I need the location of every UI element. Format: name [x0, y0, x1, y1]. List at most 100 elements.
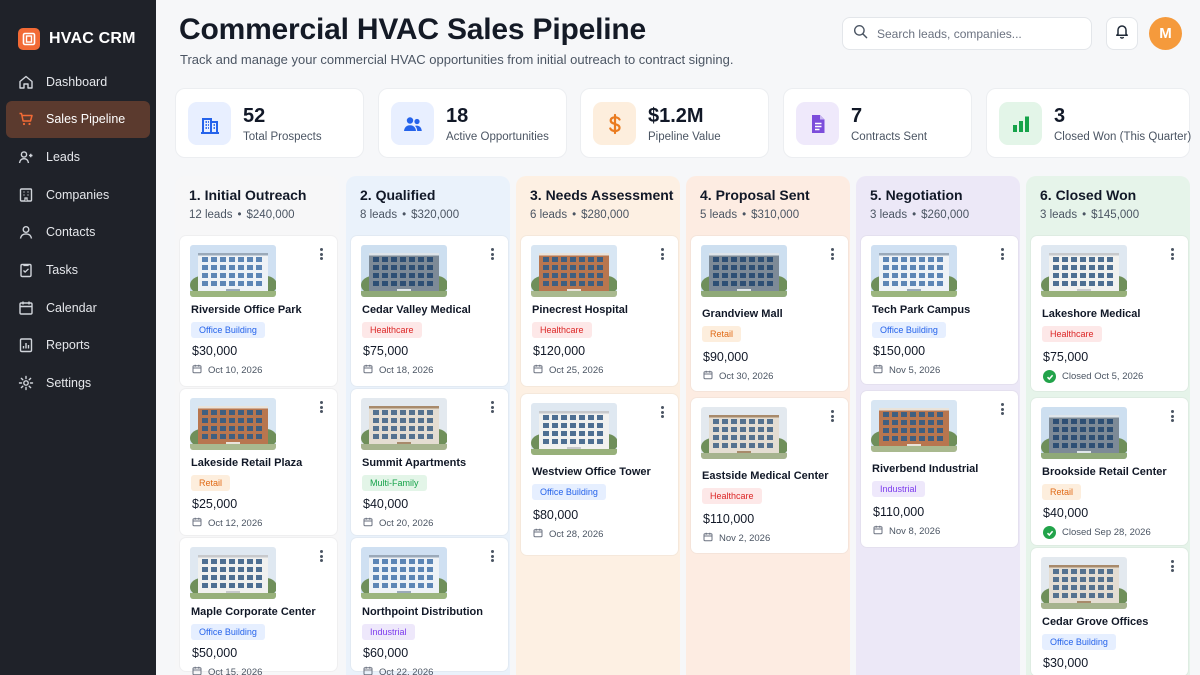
calendar-icon — [533, 528, 543, 541]
lead-value: $60,000 — [363, 646, 409, 660]
lead-card[interactable]: Pinecrest Hospital Healthcare $120,000 Oct … — [521, 236, 678, 386]
more-options-icon[interactable] — [1168, 246, 1176, 262]
category-tag: Multi-Family — [362, 475, 427, 491]
more-options-icon[interactable] — [1168, 558, 1176, 574]
sidebar-item-label: Sales Pipeline — [46, 112, 126, 127]
lead-card[interactable]: Northpoint Distribution Industrial $60,000… — [351, 538, 508, 675]
lead-value: $150,000 — [873, 344, 926, 358]
more-options-icon[interactable] — [317, 399, 325, 415]
lead-date: Oct 18, 2026 — [363, 364, 433, 377]
more-options-icon[interactable] — [998, 401, 1006, 417]
lead-card[interactable]: Riverside Office Park Office Building $30,… — [180, 236, 337, 386]
lead-card[interactable]: Eastside Medical Center Healthcare $110,00… — [691, 398, 848, 553]
lead-card[interactable]: Grandview Mall Retail $90,000 Oct 30, 2026 — [691, 236, 848, 391]
hvac-logo-icon — [18, 28, 40, 50]
lead-card[interactable]: Summit Apartments Multi-Family $40,000 Oct … — [351, 389, 508, 535]
sidebar-item-reports[interactable]: Reports — [6, 327, 150, 364]
more-options-icon[interactable] — [488, 399, 496, 415]
column-meta: 8 leads • $320,000 — [360, 209, 510, 221]
calendar-icon — [703, 532, 713, 545]
separator-dot: • — [572, 209, 577, 221]
more-options-icon[interactable] — [488, 246, 496, 262]
lead-date: Nov 2, 2026 — [703, 532, 770, 545]
more-options-icon[interactable] — [658, 246, 666, 262]
lead-card[interactable]: Tech Park Campus Office Building $150,000 N… — [861, 236, 1018, 384]
more-options-icon[interactable] — [317, 548, 325, 564]
lead-date: Oct 20, 2026 — [363, 517, 433, 530]
separator-dot: • — [1082, 209, 1087, 221]
column-title: 4. Proposal Sent — [700, 187, 810, 203]
column-value: $260,000 — [921, 209, 970, 221]
sidebar-item-dashboard[interactable]: Dashboard — [6, 63, 150, 100]
category-tag: Retail — [1042, 484, 1082, 500]
more-options-icon[interactable] — [658, 404, 666, 420]
brand[interactable]: HVAC CRM — [0, 0, 156, 60]
date-text: Oct 12, 2026 — [208, 518, 263, 529]
more-options-icon[interactable] — [317, 246, 325, 262]
stat-value: 18 — [446, 105, 469, 127]
sidebar-item-settings[interactable]: Settings — [6, 365, 150, 402]
stat-label: Closed Won (This Quarter) — [1054, 131, 1192, 143]
stat-label: Total Prospects — [243, 131, 322, 143]
stat-card[interactable]: 18 Active Opportunities — [378, 88, 567, 158]
building-photo — [190, 398, 276, 450]
sidebar-item-leads[interactable]: Leads — [6, 138, 150, 175]
sidebar-item-contacts[interactable]: Contacts — [6, 214, 150, 251]
notifications-button[interactable] — [1106, 17, 1138, 50]
calendar-icon — [192, 666, 202, 675]
lead-card[interactable]: Cedar Valley Medical Healthcare $75,000 Oct… — [351, 236, 508, 386]
column-count: 5 leads — [700, 209, 738, 221]
stat-label: Pipeline Value — [648, 131, 721, 143]
lead-value: $110,000 — [703, 512, 755, 526]
stat-card[interactable]: $1.2M Pipeline Value — [580, 88, 769, 158]
lead-name: Cedar Valley Medical — [362, 304, 471, 316]
lead-card[interactable]: Lakeshore Medical Healthcare $75,000 Closed… — [1031, 236, 1188, 391]
stat-value: 7 — [851, 105, 863, 127]
sidebar-item-label: Tasks — [46, 262, 78, 277]
page-header: Commercial HVAC Sales Pipeline Track and… — [156, 0, 1200, 86]
search-input[interactable] — [877, 26, 1077, 41]
sidebar-item-tasks[interactable]: Tasks — [6, 251, 150, 288]
sidebar-item-calendar[interactable]: Calendar — [6, 289, 150, 326]
more-options-icon[interactable] — [488, 548, 496, 564]
lead-card[interactable]: Maple Corporate Center Office Building $50… — [180, 538, 337, 675]
lead-name: Eastside Medical Center — [702, 470, 829, 482]
search-box[interactable] — [842, 17, 1092, 50]
lead-card[interactable]: Brookside Retail Center Retail $40,000 Clos… — [1031, 398, 1188, 545]
stat-card[interactable]: 3 Closed Won (This Quarter) — [986, 88, 1192, 158]
lead-value: $75,000 — [363, 344, 409, 358]
more-options-icon[interactable] — [828, 408, 836, 424]
lead-value: $120,000 — [533, 344, 586, 358]
avatar[interactable]: M — [1149, 17, 1182, 50]
lead-card[interactable]: Lakeside Retail Plaza Retail $25,000 Oct 12… — [180, 389, 337, 535]
stat-card[interactable]: 52 Total Prospects — [175, 88, 364, 158]
column-count: 6 leads — [530, 209, 568, 221]
lead-date: Closed Oct 5, 2026 — [1043, 370, 1143, 383]
lead-card[interactable]: Westview Office Tower Office Building $80,… — [521, 394, 678, 555]
reports-icon — [17, 337, 34, 354]
column-count: 3 leads — [870, 209, 908, 221]
lead-date: Oct 30, 2026 — [703, 370, 773, 383]
date-text: Oct 15, 2026 — [208, 667, 263, 675]
stat-value: $1.2M — [648, 105, 704, 127]
more-options-icon[interactable] — [1168, 408, 1176, 424]
column-header: 5. Negotiation 3 leads • $260,000 — [856, 176, 1020, 234]
sidebar-item-sales-pipeline[interactable]: Sales Pipeline — [6, 100, 150, 138]
building-icon — [188, 102, 231, 145]
lead-name: Riverside Office Park — [191, 304, 302, 316]
sidebar-item-companies[interactable]: Companies — [6, 176, 150, 213]
date-text: Oct 25, 2026 — [549, 365, 604, 376]
stat-card[interactable]: 7 Contracts Sent — [783, 88, 972, 158]
more-options-icon[interactable] — [828, 246, 836, 262]
document-icon — [796, 102, 839, 145]
column-title: 3. Needs Assessment — [530, 187, 674, 203]
category-tag: Healthcare — [532, 322, 592, 338]
lead-card[interactable]: Riverbend Industrial Industrial $110,000 No… — [861, 391, 1018, 547]
lead-name: Riverbend Industrial — [872, 463, 979, 475]
lead-card[interactable]: Cedar Grove Offices Office Building $30,00… — [1031, 548, 1188, 675]
building-photo — [361, 398, 447, 450]
lead-value: $50,000 — [192, 646, 238, 660]
pipeline-column: 2. Qualified 8 leads • $320,000 Cedar Valley… — [346, 176, 510, 675]
bar-chart-icon — [999, 102, 1042, 145]
more-options-icon[interactable] — [998, 246, 1006, 262]
